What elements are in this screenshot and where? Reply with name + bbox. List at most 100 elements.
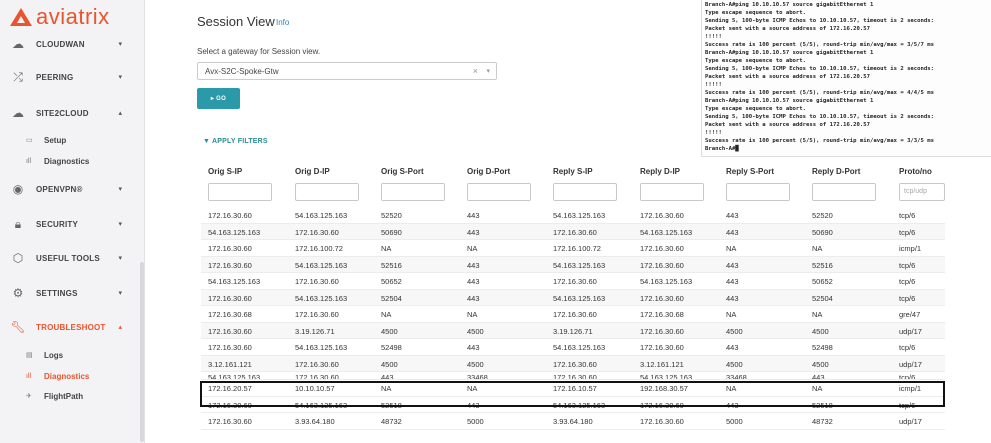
chevron-down-icon: ▾ — [118, 290, 122, 297]
table-row-partial[interactable]: 54.163.125.163 172.16.30.60 443 33468 172.16… — [201, 372, 945, 380]
table-cell: 52516 — [381, 260, 402, 270]
table-cell: 52520 — [381, 211, 402, 220]
terminal-window: Branch-A#ping 10.10.10.57 source gigabit… — [701, 0, 991, 157]
table-cell: udp/17 — [899, 326, 922, 336]
table-row[interactable]: 54.163.125.163 172.16.30.60 50652 443 172.16… — [201, 273, 945, 290]
table-cell: 172.16.30.60 — [640, 244, 684, 253]
column-header[interactable]: Reply S-Port — [726, 167, 774, 176]
terminal-line: !!!!! — [705, 34, 722, 40]
gears-icon: ⚙ — [12, 286, 24, 300]
table-cell: 172.16.30.60 — [295, 373, 339, 380]
table-cell: 54.163.125.163 — [640, 227, 693, 237]
cloud-upload-icon: ☁ — [12, 106, 24, 120]
sidebar-item-security[interactable]: 🔒︎ SECURITY ▾ — [0, 212, 140, 236]
filter-orig-d-ip-input[interactable] — [295, 183, 359, 201]
column-header[interactable]: Proto/no — [899, 167, 932, 176]
chevron-down-icon[interactable]: ▾ — [486, 67, 490, 75]
chevron-up-icon: ▴ — [118, 110, 122, 117]
table-cell: 4500 — [467, 326, 484, 336]
column-header[interactable]: Reply D-Port — [812, 167, 860, 176]
table-row[interactable]: 172.16.30.68 172.16.30.60 NA NA 172.16.30.60… — [201, 306, 945, 323]
table-cell: 172.16.30.60 — [208, 211, 252, 220]
table-cell: 172.16.30.60 — [208, 417, 252, 426]
column-header[interactable]: Orig S-Port — [381, 167, 424, 176]
sidebar-item-peering[interactable]: ⤮ PEERING ▾ — [0, 65, 140, 89]
sidebar-item-settings[interactable]: ⚙ SETTINGS ▾ — [0, 281, 140, 305]
table-cell: 52520 — [812, 211, 833, 220]
table-cell: 172.16.30.60 — [295, 227, 339, 237]
sidebar-item-label: USEFUL TOOLS — [36, 253, 100, 263]
sidebar-item-openvpn[interactable]: ◉ OPENVPN® ▾ — [0, 177, 140, 201]
gateway-select[interactable]: Avx-S2C-Spoke-Gtw × ▾ — [197, 62, 497, 80]
sidebar-subitem-setup[interactable]: ▭ Setup — [0, 131, 140, 149]
table-cell: 48732 — [381, 417, 402, 426]
table-cell: 172.16.30.60 — [640, 293, 684, 303]
table-row[interactable]: 172.16.30.60 3.93.64.180 48732 5000 3.93.64.… — [201, 413, 945, 430]
sidebar-scrollbar[interactable] — [140, 262, 144, 442]
column-header[interactable]: Orig S-IP — [208, 167, 242, 176]
filter-orig-s-port-input[interactable] — [381, 183, 445, 201]
table-cell: 54.163.125.163 — [295, 260, 348, 270]
table-row[interactable]: 172.16.30.60 54.163.125.163 52504 443 54.163… — [201, 289, 945, 306]
sidebar: aviatrix ☁ CLOUDWAN ▾ ⤮ PEERING ▾ ☁ SITE… — [0, 0, 145, 443]
table-cell: 443 — [726, 211, 739, 220]
apply-filters-button[interactable]: ▼ APPLY FILTERS — [203, 138, 268, 145]
filter-reply-d-ip-input[interactable] — [640, 183, 704, 201]
table-cell: tcp/6 — [899, 293, 916, 303]
info-link[interactable]: Info — [276, 18, 289, 27]
table-row[interactable]: 54.163.125.163 172.16.30.60 50690 443 172.16… — [201, 223, 945, 240]
column-header[interactable]: Reply S-IP — [553, 167, 593, 176]
table-cell: tcp/6 — [899, 227, 916, 237]
table-row[interactable]: 172.16.30.60 172.16.100.72 NA NA 172.16.100.… — [201, 240, 945, 257]
table-cell: 172.16.100.72 — [553, 244, 601, 253]
table-row[interactable]: 172.16.30.60 3.19.126.71 4500 4500 3.19.126.… — [201, 322, 945, 339]
table-cell: 54.163.125.163 — [295, 343, 348, 352]
sidebar-item-troubleshoot[interactable]: 🔧︎ TROUBLESHOOT ▴ — [0, 315, 140, 339]
table-cell: 54.163.125.163 — [208, 277, 261, 286]
column-header[interactable]: Reply D-IP — [640, 167, 680, 176]
sidebar-item-cloudwan[interactable]: ☁ CLOUDWAN ▾ — [0, 32, 140, 56]
filter-orig-d-port-input[interactable] — [467, 183, 531, 201]
sidebar-item-label: SECURITY — [36, 219, 79, 229]
table-cell: 4500 — [726, 326, 743, 336]
filter-proto-input[interactable]: tcp/udp — [899, 183, 945, 201]
highlighted-row-box — [200, 381, 945, 407]
filter-reply-s-ip-input[interactable] — [553, 183, 617, 201]
sidebar-item-label: SETTINGS — [36, 288, 78, 298]
clear-icon[interactable]: × — [473, 66, 478, 76]
sidebar-item-site2cloud[interactable]: ☁ SITE2CLOUD ▴ — [0, 101, 140, 125]
column-header[interactable]: Orig D-IP — [295, 167, 330, 176]
filter-reply-s-port-input[interactable] — [726, 183, 790, 201]
table-cell: tcp/6 — [899, 211, 916, 220]
terminal-line: Type escape sequence to abort. — [705, 58, 807, 64]
sidebar-subitem-flightpath[interactable]: ✈ FlightPath — [0, 387, 140, 405]
table-cell: 50690 — [381, 227, 402, 237]
table-row[interactable]: 172.16.30.60 54.163.125.163 52520 443 54.163… — [201, 207, 945, 224]
sidebar-subitem-logs[interactable]: ▤ Logs — [0, 346, 140, 364]
sidebar-item-useful-tools[interactable]: ⬡ USEFUL TOOLS ▾ — [0, 246, 140, 270]
column-header[interactable]: Orig D-Port — [467, 167, 510, 176]
terminal-line: Branch-A#ping 10.10.10.57 source gigabit… — [705, 50, 874, 56]
table-cell: 3.12.161.121 — [640, 359, 684, 369]
vpn-icon: ◉ — [12, 182, 24, 196]
aviatrix-logo[interactable]: aviatrix — [10, 4, 110, 30]
table-row[interactable]: 3.12.161.121 172.16.30.60 4500 4500 172.16.3… — [201, 355, 945, 372]
table-row[interactable]: 172.16.30.60 54.163.125.163 52498 443 54.163… — [201, 339, 945, 356]
sidebar-item-label: CLOUDWAN — [36, 39, 85, 49]
sidebar-subitem-s2c-diagnostics[interactable]: ıll Diagnostics — [0, 152, 140, 170]
table-cell: 172.16.30.60 — [553, 310, 597, 319]
lock-icon: 🔒︎ — [14, 216, 22, 231]
table-cell: 443 — [381, 373, 394, 380]
sidebar-subitem-diagnostics[interactable]: ıll Diagnostics — [0, 367, 140, 385]
sidebar-item-label: TROUBLESHOOT — [36, 322, 106, 332]
table-cell: 172.16.30.60 — [640, 260, 684, 270]
filter-proto-placeholder: tcp/udp — [904, 188, 927, 195]
table-cell: 443 — [467, 227, 480, 237]
sidebar-subitem-label: Logs — [44, 350, 64, 360]
table-cell: tcp/6 — [899, 260, 916, 270]
go-button[interactable]: ▸ GO — [197, 88, 240, 109]
filter-reply-d-port-input[interactable] — [812, 183, 876, 201]
filter-orig-s-ip-input[interactable] — [208, 183, 272, 201]
table-cell: 4500 — [812, 326, 829, 336]
table-row[interactable]: 172.16.30.60 54.163.125.163 52516 443 54.163… — [201, 256, 945, 273]
